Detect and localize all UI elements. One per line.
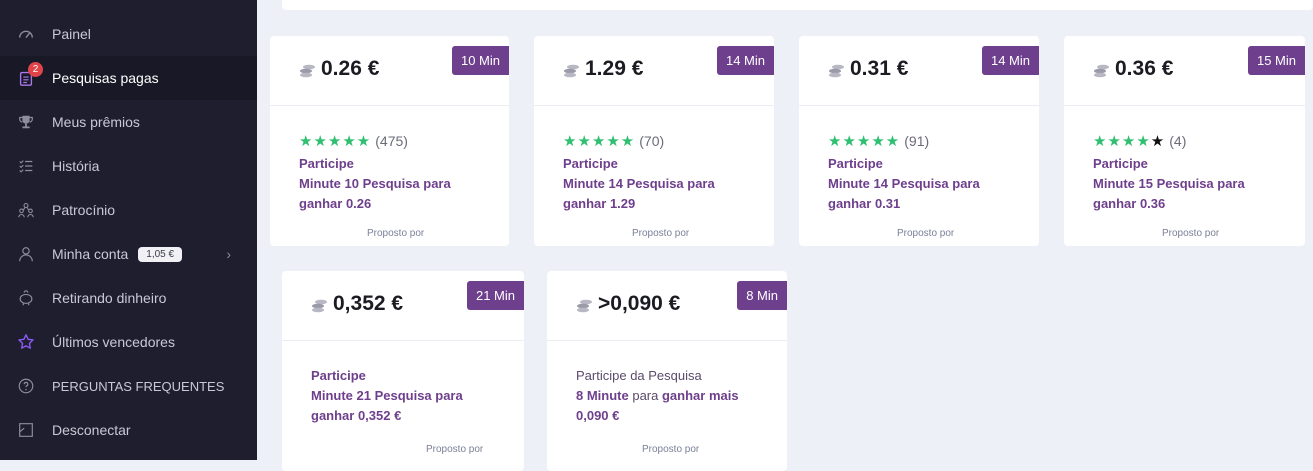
star-icon: [16, 332, 36, 352]
sidebar-item-label: Desconectar: [52, 422, 131, 438]
sidebar-item-desconectar[interactable]: Desconectar: [0, 408, 257, 452]
card-header: 1.29 € 14 Min: [534, 36, 774, 106]
rating-stars: ★★★★★ (91): [828, 133, 930, 150]
rating-count: (70): [639, 133, 665, 149]
survey-card[interactable]: 0,352 € 21 Min Participe Minute 21 Pesqu…: [282, 271, 524, 471]
card-price: 0.26 €: [321, 57, 380, 80]
sidebar-item-faq[interactable]: PERGUNTAS FREQUENTES: [0, 364, 257, 408]
card-line-2a: 8 Minute: [576, 388, 629, 403]
card-line-2: Minute 15 Pesquisa para ganhar 0.36: [1093, 176, 1245, 211]
card-line-1: Participe: [828, 156, 883, 171]
clipboard-icon: 2: [16, 62, 43, 88]
card-line-1: Participe da Pesquisa: [576, 368, 702, 383]
sidebar-item-meus-premios[interactable]: Meus prêmios: [0, 100, 257, 144]
top-panel: [282, 0, 1313, 10]
piggy-bank-icon: [16, 288, 36, 308]
card-header: 0.31 € 14 Min: [799, 36, 1039, 106]
card-price: 0.31 €: [850, 57, 909, 80]
sidebar-item-label: História: [52, 158, 100, 174]
sidebar-item-label: Painel: [52, 26, 91, 42]
sidebar-item-painel[interactable]: Painel: [0, 12, 257, 56]
card-line-2: Minute 21 Pesquisa para ganhar 0,352 €: [311, 388, 463, 423]
survey-card[interactable]: 0.26 € 10 Min ★★★★★ (475) Participe Minut…: [270, 36, 509, 246]
rating-stars: ★★★★★ (70): [563, 133, 665, 150]
survey-card[interactable]: 0.31 € 14 Min ★★★★★ (91) Participe Minute…: [799, 36, 1039, 246]
users-icon: [16, 200, 36, 220]
proposed-by: Proposto por: [897, 228, 955, 239]
card-line-1: Participe: [299, 156, 354, 171]
card-line-2b: para: [628, 388, 662, 403]
sidebar-item-pesquisas-pagas[interactable]: 2 Pesquisas pagas: [0, 56, 257, 100]
card-price: 0,352 €: [333, 292, 404, 315]
duration-badge: 15 Min: [1247, 46, 1305, 75]
coins-icon: [1094, 64, 1109, 78]
card-header: 0.26 € 10 Min: [270, 36, 509, 106]
sidebar-item-minha-conta[interactable]: Minha conta 1,05 € ›: [0, 232, 257, 276]
card-price: >0,090 €: [598, 292, 681, 315]
sidebar-item-label: Pesquisas pagas: [52, 70, 159, 86]
sidebar-item-label: Minha conta: [52, 246, 129, 262]
sidebar-item-ultimos-vencedores[interactable]: Últimos vencedores: [0, 320, 257, 364]
proposed-by: Proposto por: [632, 228, 690, 239]
card-price: 0.36 €: [1115, 57, 1174, 80]
proposed-by: Proposto por: [1162, 228, 1220, 239]
card-line-2: Minute 14 Pesquisa para ganhar 1.29: [563, 176, 715, 211]
card-header: 0,352 € 21 Min: [282, 271, 524, 341]
logout-icon: [16, 420, 36, 440]
card-line-1: Participe: [1093, 156, 1148, 171]
duration-badge: 21 Min: [466, 281, 524, 310]
duration-badge: 8 Min: [737, 281, 787, 310]
trophy-icon: [16, 112, 36, 132]
survey-card[interactable]: >0,090 € 8 Min Participe da Pesquisa 8 M…: [547, 271, 787, 471]
card-line-1: Participe: [311, 368, 366, 383]
rating-count: (91): [904, 133, 930, 149]
sidebar: Painel 2 Pesquisas pagas Meus prêmios Hi…: [0, 0, 257, 460]
coins-icon: [312, 299, 327, 313]
card-line-2: 8 Minute para ganhar mais 0,090 €: [576, 386, 756, 426]
rating-count: (475): [375, 133, 408, 149]
card-description: Participe da Pesquisa 8 Minute para ganh…: [576, 366, 756, 426]
balance-badge: 1,05 €: [138, 246, 183, 262]
duration-badge: 14 Min: [981, 46, 1039, 75]
card-description: Participe Minute 10 Pesquisa para ganhar…: [299, 154, 479, 214]
coins-icon: [564, 64, 579, 78]
sidebar-item-label: PERGUNTAS FREQUENTES: [52, 378, 225, 394]
proposed-by: Proposto por: [367, 228, 425, 239]
card-header: 0.36 € 15 Min: [1064, 36, 1305, 106]
card-line-1: Participe: [563, 156, 618, 171]
duration-badge: 14 Min: [716, 46, 774, 75]
coins-icon: [577, 299, 592, 313]
chevron-right-icon: ›: [226, 246, 231, 262]
rating-stars: ★★★★★ (475): [299, 133, 408, 150]
duration-badge: 10 Min: [451, 46, 509, 75]
card-line-2: Minute 14 Pesquisa para ganhar 0.31: [828, 176, 980, 211]
card-description: Participe Minute 21 Pesquisa para ganhar…: [311, 366, 491, 426]
sidebar-item-historia[interactable]: História: [0, 144, 257, 188]
survey-card[interactable]: 0.36 € 15 Min ★★★★★ (4) Participe Minute …: [1064, 36, 1305, 246]
dashboard-icon: [16, 24, 36, 44]
sidebar-item-label: Últimos vencedores: [52, 334, 175, 350]
proposed-by: Proposto por: [642, 444, 700, 455]
sidebar-item-label: Patrocínio: [52, 202, 116, 218]
sidebar-item-label: Retirando dinheiro: [52, 290, 167, 306]
notification-badge: 2: [28, 62, 43, 77]
card-header: >0,090 € 8 Min: [547, 271, 787, 341]
sidebar-item-patrocinio[interactable]: Patrocínio: [0, 188, 257, 232]
card-price: 1.29 €: [585, 57, 644, 80]
sidebar-item-retirando-dinheiro[interactable]: Retirando dinheiro: [0, 276, 257, 320]
rating-stars: ★★★★★ (4): [1093, 133, 1187, 150]
card-description: Participe Minute 14 Pesquisa para ganhar…: [828, 154, 1008, 214]
card-description: Participe Minute 15 Pesquisa para ganhar…: [1093, 154, 1273, 214]
rating-count: (4): [1169, 133, 1187, 149]
coins-icon: [829, 64, 844, 78]
card-line-2: Minute 10 Pesquisa para ganhar 0.26: [299, 176, 451, 211]
user-icon: [16, 244, 36, 264]
coins-icon: [300, 64, 315, 78]
card-description: Participe Minute 14 Pesquisa para ganhar…: [563, 154, 743, 214]
question-icon: [16, 376, 36, 396]
survey-card[interactable]: 1.29 € 14 Min ★★★★★ (70) Participe Minute…: [534, 36, 774, 246]
list-check-icon: [16, 156, 36, 176]
proposed-by: Proposto por: [426, 444, 484, 455]
sidebar-item-label: Meus prêmios: [52, 114, 140, 130]
